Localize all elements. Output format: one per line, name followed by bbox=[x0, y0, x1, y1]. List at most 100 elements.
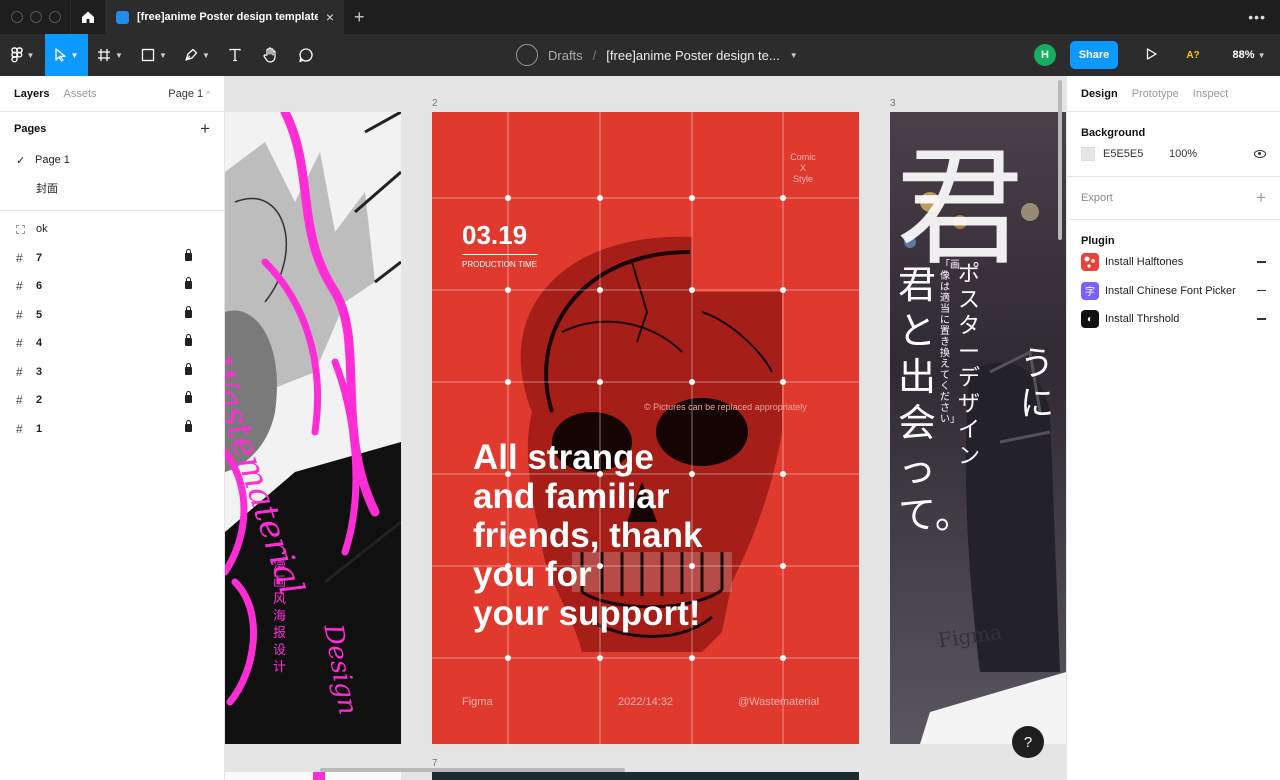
page-item-cover[interactable]: 封面 bbox=[0, 174, 224, 202]
plugin-item-halftones[interactable]: Install Halftones bbox=[1081, 248, 1266, 277]
skull-artwork bbox=[432, 112, 859, 744]
tab-layers[interactable]: Layers bbox=[14, 88, 49, 100]
tab-design[interactable]: Design bbox=[1081, 88, 1118, 100]
figma-file-icon bbox=[116, 10, 129, 24]
accessibility-button[interactable]: A? bbox=[1168, 50, 1218, 61]
comment-tool[interactable] bbox=[288, 34, 324, 76]
lock-icon[interactable] bbox=[185, 305, 192, 318]
right-panel-tabs: Design Prototype Inspect bbox=[1067, 76, 1280, 112]
shape-tool[interactable]: ▼ bbox=[132, 34, 176, 76]
background-opacity-input[interactable]: 100% bbox=[1169, 148, 1254, 160]
export-title: Export bbox=[1081, 192, 1113, 204]
frame-label[interactable]: 2 bbox=[432, 98, 438, 109]
layer-label: 6 bbox=[36, 280, 43, 293]
zoom-level: 88% bbox=[1232, 49, 1255, 61]
layers-panel: Layers Assets Page 1 ^ Pages + ✓ Page 1 … bbox=[0, 76, 225, 780]
file-tab[interactable]: [free]anime Poster design template ... × bbox=[106, 0, 344, 34]
text-tool[interactable] bbox=[218, 34, 252, 76]
tab-inspect[interactable]: Inspect bbox=[1193, 88, 1228, 100]
chevron-down-icon: ▼ bbox=[202, 50, 210, 60]
share-button[interactable]: Share bbox=[1070, 41, 1118, 69]
layer-label: 7 bbox=[36, 251, 43, 264]
main-menu-button[interactable]: ▼ bbox=[0, 34, 45, 76]
current-page-label: Page 1 bbox=[168, 87, 204, 100]
eye-icon[interactable] bbox=[1254, 150, 1266, 158]
user-avatar[interactable]: H bbox=[1034, 44, 1056, 66]
present-button[interactable] bbox=[1134, 47, 1168, 63]
background-hex-input[interactable]: E5E5E5 bbox=[1103, 148, 1169, 160]
home-tab[interactable] bbox=[70, 0, 106, 34]
frame-label[interactable]: 3 bbox=[890, 98, 896, 109]
maximize-window-button[interactable] bbox=[49, 11, 61, 23]
vertical-scrollbar[interactable] bbox=[1058, 80, 1062, 240]
window-controls bbox=[0, 11, 70, 23]
page-selector[interactable]: Page 1 ^ bbox=[168, 88, 210, 100]
canvas[interactable]: 2 3 7 Wastematerial 漫画风海报设计 Design Comic… bbox=[225, 76, 1066, 780]
add-export-icon[interactable]: + bbox=[1256, 188, 1266, 208]
breadcrumb-separator: / bbox=[592, 47, 597, 63]
lock-icon[interactable] bbox=[185, 248, 192, 261]
layer-label: 4 bbox=[36, 337, 43, 350]
hand-tool[interactable] bbox=[252, 34, 288, 76]
plugin-label: Install Chinese Font Picker bbox=[1105, 284, 1236, 297]
remove-plugin-icon[interactable] bbox=[1257, 261, 1266, 263]
halftones-icon bbox=[1081, 253, 1099, 272]
comic-style-label: Comic X Style bbox=[783, 152, 823, 185]
lock-icon[interactable] bbox=[185, 334, 192, 346]
cursor-icon bbox=[54, 48, 66, 62]
move-tool[interactable]: ▼ bbox=[45, 34, 88, 76]
layer-item[interactable]: #5 bbox=[0, 301, 224, 330]
chevron-down-icon[interactable]: ▼ bbox=[790, 51, 798, 60]
background-section: Background E5E5E5 100% bbox=[1067, 112, 1280, 177]
tab-prototype[interactable]: Prototype bbox=[1132, 88, 1179, 100]
layer-item[interactable]: #1 bbox=[0, 415, 224, 444]
more-options-icon[interactable]: ••• bbox=[1248, 9, 1266, 25]
poster-frame-2[interactable]: Comic X Style 03.19 PRODUCTION TIME © Pi… bbox=[432, 112, 859, 744]
help-button[interactable]: ? bbox=[1012, 726, 1044, 758]
layer-label: 3 bbox=[36, 365, 43, 378]
poster-frame-3[interactable]: 君 君と出会って。 うに ポスターデザイン 「画像は適当に置き換えてください」 … bbox=[890, 112, 1066, 744]
layer-item[interactable]: #6 bbox=[0, 272, 224, 301]
headline-line: friends, thank bbox=[473, 516, 703, 555]
layer-item[interactable]: #2 bbox=[0, 386, 224, 415]
lock-icon[interactable] bbox=[185, 391, 192, 403]
jp-vertical-main: 君と出会って。 bbox=[898, 263, 973, 537]
export-section: Export + bbox=[1067, 177, 1280, 220]
color-swatch[interactable] bbox=[1081, 147, 1095, 161]
footer-time: 2022/14:32 bbox=[618, 696, 674, 708]
zoom-menu[interactable]: 88% ▼ bbox=[1218, 49, 1280, 61]
horizontal-scrollbar[interactable] bbox=[320, 768, 625, 772]
remove-plugin-icon[interactable] bbox=[1257, 318, 1266, 320]
lock-icon[interactable] bbox=[185, 277, 192, 289]
tab-assets[interactable]: Assets bbox=[63, 88, 96, 100]
team-avatar-icon bbox=[516, 44, 538, 66]
remove-plugin-icon[interactable] bbox=[1257, 289, 1266, 291]
frame-tool[interactable]: ▼ bbox=[88, 34, 132, 76]
layer-item[interactable]: ok bbox=[0, 215, 224, 244]
new-tab-button[interactable]: + bbox=[344, 7, 365, 28]
footer-handle: @Wastematerial bbox=[738, 696, 820, 708]
breadcrumb-drafts[interactable]: Drafts bbox=[548, 48, 583, 63]
poster-frame-1[interactable]: Wastematerial 漫画风海报设计 Design bbox=[225, 112, 401, 744]
add-page-icon[interactable]: + bbox=[200, 119, 210, 139]
headline-line: All strange bbox=[473, 438, 654, 477]
breadcrumb: Drafts / [free]anime Poster design te...… bbox=[516, 34, 798, 76]
plugin-item-chinese-font-picker[interactable]: 字 Install Chinese Font Picker bbox=[1081, 277, 1266, 306]
layer-item[interactable]: #3 bbox=[0, 358, 224, 387]
minimize-window-button[interactable] bbox=[30, 11, 42, 23]
lock-icon[interactable] bbox=[185, 419, 192, 432]
page-item-page1[interactable]: ✓ Page 1 bbox=[0, 146, 224, 174]
close-tab-icon[interactable]: × bbox=[326, 9, 334, 25]
lock-icon[interactable] bbox=[185, 362, 192, 375]
poster-date: 03.19 bbox=[462, 220, 528, 250]
layer-item[interactable]: #4 bbox=[0, 329, 224, 358]
close-window-button[interactable] bbox=[11, 11, 23, 23]
plugin-item-threshold[interactable]: ◐ Install Thrshold bbox=[1081, 305, 1266, 334]
pen-tool[interactable]: ▼ bbox=[176, 34, 218, 76]
background-fill-row[interactable]: E5E5E5 100% bbox=[1081, 140, 1266, 168]
check-icon: ✓ bbox=[16, 154, 26, 167]
page-item-label: 封面 bbox=[36, 183, 58, 195]
file-name[interactable]: [free]anime Poster design te... bbox=[606, 48, 779, 63]
pen-icon bbox=[185, 48, 198, 61]
layer-item[interactable]: #7 bbox=[0, 244, 224, 273]
